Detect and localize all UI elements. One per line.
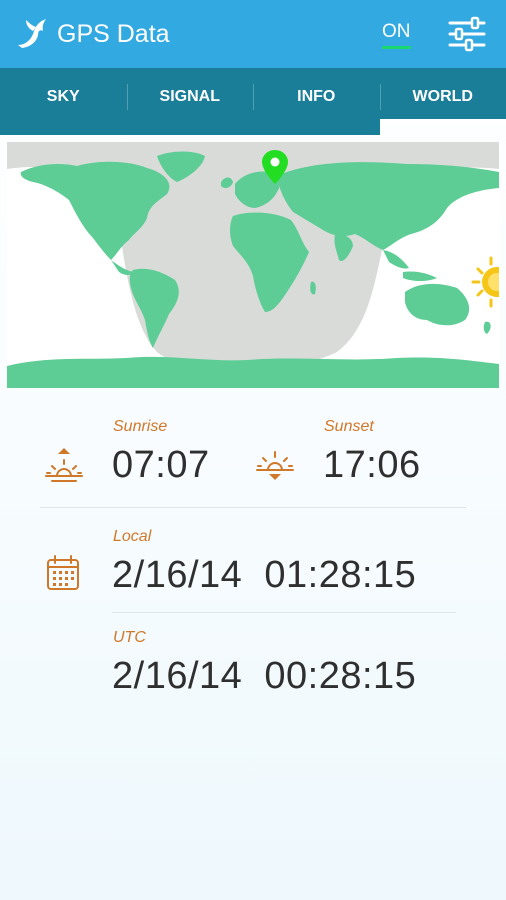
divider xyxy=(40,507,466,508)
sunrise-icon xyxy=(45,448,83,482)
tab-bar: SKY SIGNAL INFO WORLD xyxy=(0,68,506,126)
tab-sky[interactable]: SKY xyxy=(0,68,127,126)
world-daylight-map[interactable] xyxy=(7,142,499,388)
app-bar: GPS Data ON xyxy=(0,0,506,68)
tab-world[interactable]: WORLD xyxy=(379,68,506,126)
tab-signal[interactable]: SIGNAL xyxy=(126,68,254,126)
tab-info[interactable]: INFO xyxy=(253,68,380,126)
sunset-label: Sunset xyxy=(324,418,374,435)
sunrise-label: Sunrise xyxy=(113,418,168,435)
local-time-label: Local xyxy=(113,528,152,545)
utc-datetime: 2/16/14 00:28:15 xyxy=(112,655,417,697)
sunset-icon xyxy=(256,451,294,480)
utc-time-label: UTC xyxy=(113,629,146,646)
gps-bird-logo-icon xyxy=(18,19,46,48)
divider xyxy=(112,612,456,613)
calendar-icon xyxy=(47,555,79,590)
tab-bar-shadow xyxy=(0,126,380,135)
sunset-time: 17:06 xyxy=(323,444,421,486)
app-title: GPS Data xyxy=(57,20,170,48)
sunrise-time: 07:07 xyxy=(112,444,210,486)
gps-on-toggle[interactable]: ON xyxy=(382,21,411,49)
settings-sliders-icon[interactable] xyxy=(448,16,486,52)
local-datetime: 2/16/14 01:28:15 xyxy=(112,554,417,596)
